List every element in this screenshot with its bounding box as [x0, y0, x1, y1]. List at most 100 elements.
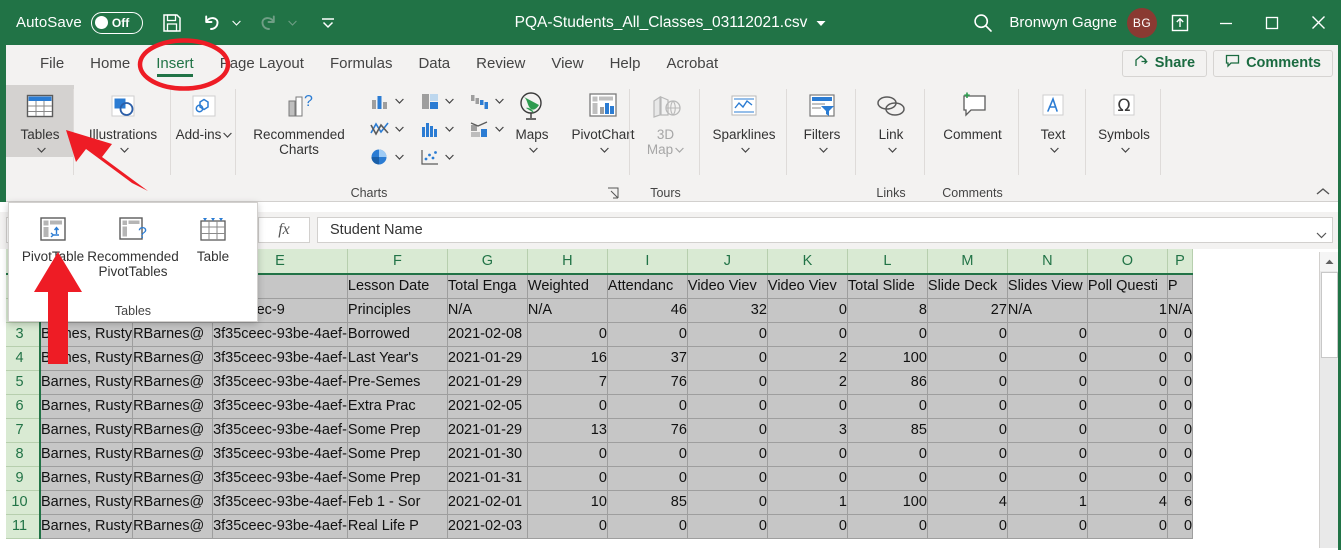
cell[interactable]: 0	[1007, 370, 1087, 394]
comment-button[interactable]: Comment	[926, 85, 1019, 142]
column-chart-button[interactable]	[361, 87, 411, 115]
cell[interactable]: 0	[1007, 394, 1087, 418]
chevron-down-icon[interactable]	[673, 142, 684, 157]
cell[interactable]: 0	[607, 394, 687, 418]
cell[interactable]: 3f35ceec-93be-4aef-	[213, 466, 348, 490]
cell[interactable]: Slides View	[1007, 274, 1087, 298]
chevron-down-icon[interactable]	[817, 142, 828, 157]
chevron-down-icon[interactable]	[598, 142, 609, 157]
chevron-down-icon[interactable]	[35, 142, 46, 157]
tables-button[interactable]: Tables	[6, 85, 74, 157]
cell[interactable]: Barnes, Rusty	[40, 322, 133, 346]
cell[interactable]: 4	[927, 490, 1007, 514]
hierarchy-chart-button[interactable]	[411, 87, 461, 115]
row-header[interactable]: 9	[0, 466, 40, 490]
cell[interactable]: 0	[1007, 442, 1087, 466]
row-header[interactable]: 3	[0, 322, 40, 346]
tab-page-layout[interactable]: Page Layout	[207, 45, 317, 81]
cell[interactable]: 0	[527, 514, 607, 538]
cell[interactable]: Barnes, Rusty	[40, 394, 133, 418]
cell[interactable]: N/A	[447, 298, 527, 322]
cell[interactable]: 0	[607, 322, 687, 346]
cell[interactable]: RBarnes@	[133, 490, 213, 514]
cell[interactable]: 4	[1087, 490, 1167, 514]
comments-button[interactable]: Comments	[1213, 50, 1333, 77]
cell[interactable]: 0	[527, 442, 607, 466]
cell[interactable]: RBarnes@	[133, 370, 213, 394]
line-chart-button[interactable]	[361, 115, 411, 143]
cell[interactable]: 0	[767, 514, 847, 538]
cell[interactable]: 0	[1167, 442, 1192, 466]
column-header-h[interactable]: H	[527, 249, 607, 274]
illustrations-button[interactable]: Illustrations	[75, 85, 171, 157]
cell[interactable]: 0	[927, 442, 1007, 466]
cell[interactable]: 0	[1167, 466, 1192, 490]
tab-home[interactable]: Home	[77, 45, 143, 81]
cell[interactable]: 0	[1007, 322, 1087, 346]
cell[interactable]: 0	[607, 442, 687, 466]
recommended-charts-button[interactable]: ? Recommended Charts	[237, 85, 361, 157]
maps-button[interactable]: Maps	[501, 85, 563, 157]
cell[interactable]: Some Prep	[347, 466, 447, 490]
cell[interactable]: Slide Deck	[927, 274, 1007, 298]
column-header-o[interactable]: O	[1087, 249, 1167, 274]
cell[interactable]: 8	[847, 298, 927, 322]
vertical-scrollbar[interactable]	[1319, 252, 1338, 548]
cell[interactable]: 0	[927, 466, 1007, 490]
cell[interactable]: 1	[1007, 490, 1087, 514]
cell[interactable]: 1	[767, 490, 847, 514]
sparklines-button[interactable]: Sparklines	[701, 85, 787, 157]
cell[interactable]: RBarnes@	[133, 322, 213, 346]
cell[interactable]: Some Prep	[347, 442, 447, 466]
row-header[interactable]: 5	[0, 370, 40, 394]
cell[interactable]: Extra Prac	[347, 394, 447, 418]
cell[interactable]: 2021-01-29	[447, 346, 527, 370]
autosave-toggle[interactable]: Off	[91, 12, 143, 34]
cell[interactable]: 3f35ceec-93be-4aef-	[213, 322, 348, 346]
row-header[interactable]: 10	[0, 490, 40, 514]
text-button[interactable]: Text	[1020, 85, 1086, 157]
cell[interactable]: 2021-01-29	[447, 418, 527, 442]
recommended-pivottables-menu-item[interactable]: ? Recommended PivotTables	[93, 210, 173, 284]
expand-formula-bar-icon[interactable]	[1316, 227, 1326, 234]
undo-dropdown-icon[interactable]	[229, 7, 245, 39]
chevron-down-icon[interactable]	[118, 142, 129, 157]
cell[interactable]: Total Slide	[847, 274, 927, 298]
cell[interactable]: Barnes, Rusty	[40, 370, 133, 394]
cell[interactable]: 0	[527, 466, 607, 490]
cell[interactable]: N/A	[1007, 298, 1087, 322]
cell[interactable]: 0	[1167, 394, 1192, 418]
cell[interactable]: 0	[687, 370, 767, 394]
column-header-k[interactable]: K	[767, 249, 847, 274]
cell[interactable]: Barnes, Rusty	[40, 466, 133, 490]
cell[interactable]: 0	[1087, 394, 1167, 418]
cell[interactable]: P	[1167, 274, 1192, 298]
cell[interactable]: 0	[1167, 370, 1192, 394]
cell[interactable]: Barnes, Rusty	[40, 490, 133, 514]
row-header[interactable]: 4	[0, 346, 40, 370]
customize-quick-access-toolbar-icon[interactable]	[311, 7, 345, 39]
row-header[interactable]: 8	[0, 442, 40, 466]
cell[interactable]: 6	[1167, 490, 1192, 514]
cell[interactable]: 3f35ceec-93be-4aef-	[213, 370, 348, 394]
chevron-down-icon[interactable]	[886, 142, 897, 157]
tables-dropdown-menu[interactable]: PivotTable ? Recommended PivotTables Tab…	[8, 202, 258, 322]
document-title-dropdown-icon[interactable]	[816, 14, 826, 32]
cell[interactable]: 0	[1087, 514, 1167, 538]
cell[interactable]: Last Year's	[347, 346, 447, 370]
row-header[interactable]: 7	[0, 418, 40, 442]
cell[interactable]: 3f35ceec-93be-4aef-	[213, 346, 348, 370]
cell[interactable]: 2021-01-30	[447, 442, 527, 466]
cell[interactable]: 10	[527, 490, 607, 514]
filters-button[interactable]: Filters	[788, 85, 856, 157]
cell[interactable]: 3f35ceec-93be-4aef-	[213, 514, 348, 538]
cell[interactable]: Weighted	[527, 274, 607, 298]
3d-map-button[interactable]: 3D3D MapMap	[631, 85, 700, 157]
cell[interactable]: 0	[847, 322, 927, 346]
cell[interactable]: 0	[767, 442, 847, 466]
cell[interactable]: 85	[607, 490, 687, 514]
cell[interactable]: Video Viev	[767, 274, 847, 298]
cell[interactable]: 3	[767, 418, 847, 442]
row-header[interactable]: 6	[0, 394, 40, 418]
cell[interactable]: 0	[1007, 466, 1087, 490]
